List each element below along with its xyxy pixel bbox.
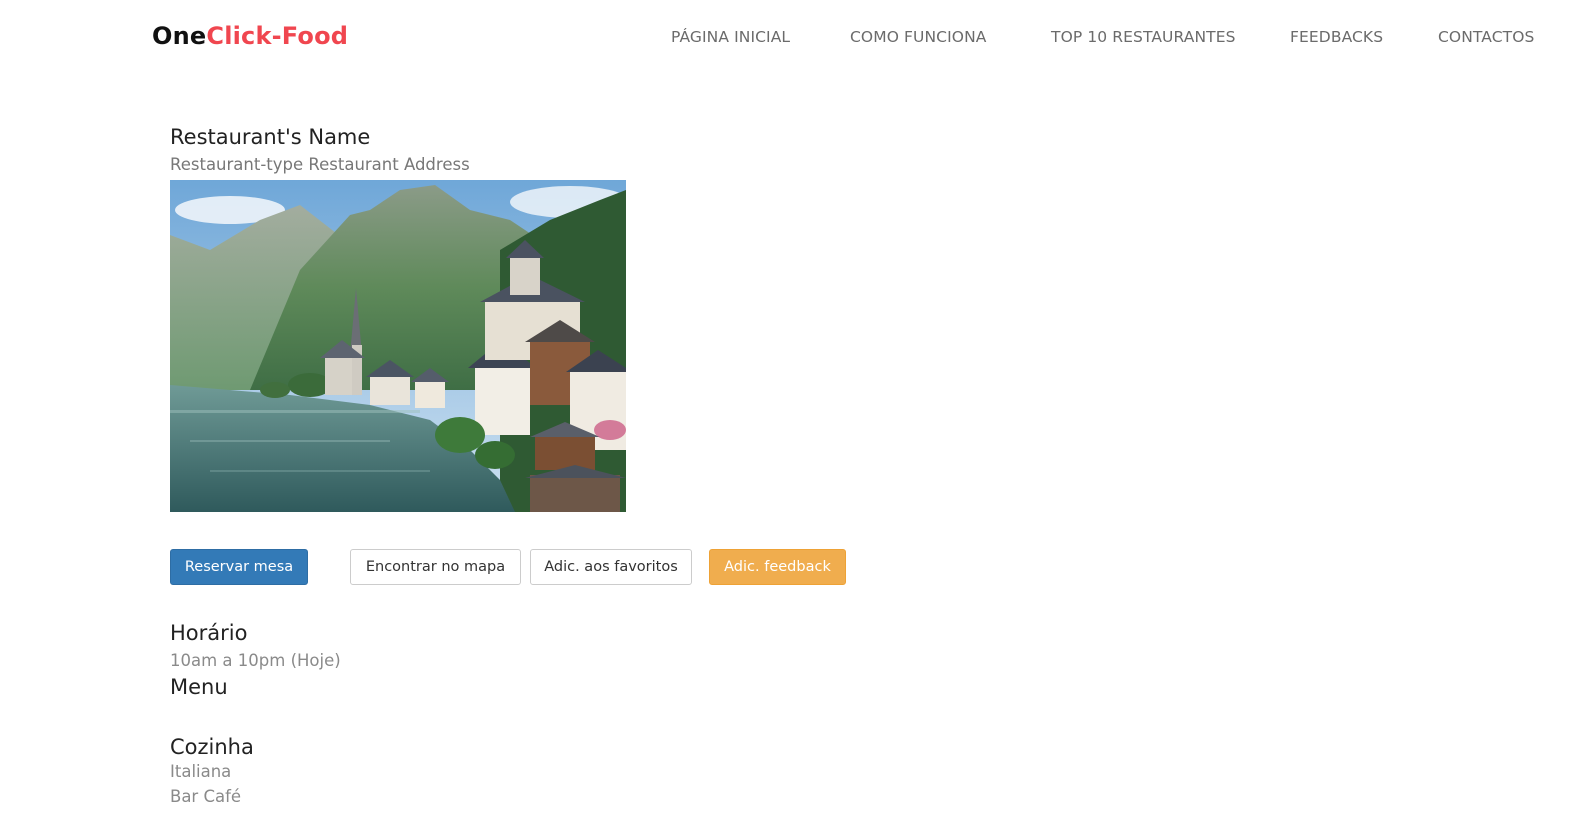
reserve-table-button[interactable]: Reservar mesa — [170, 549, 308, 585]
restaurant-page: OneClick-Food PÁGINA INICIAL COMO FUNCIO… — [0, 0, 1594, 836]
brand-logo-part1: One — [152, 22, 207, 50]
menu-title: Menu — [170, 675, 228, 699]
cuisine-item: Bar Café — [170, 787, 242, 806]
hours-value: 10am a 10pm (Hoje) — [170, 651, 341, 670]
find-on-map-button[interactable]: Encontrar no mapa — [350, 549, 521, 585]
cuisine-item: Italiana — [170, 762, 232, 781]
hours-title: Horário — [170, 621, 248, 645]
add-to-favorites-button[interactable]: Adic. aos favoritos — [530, 549, 692, 585]
nav-item-top10[interactable]: TOP 10 RESTAURANTES — [1051, 28, 1236, 46]
add-feedback-button[interactable]: Adic. feedback — [709, 549, 846, 585]
restaurant-name: Restaurant's Name — [170, 125, 371, 149]
restaurant-type-address: Restaurant-type Restaurant Address — [170, 155, 470, 174]
nav-item-how-it-works[interactable]: COMO FUNCIONA — [850, 28, 986, 46]
nav-item-home[interactable]: PÁGINA INICIAL — [671, 28, 790, 46]
brand-logo[interactable]: OneClick-Food — [152, 22, 348, 50]
cuisine-title: Cozinha — [170, 735, 254, 759]
nav-item-contacts[interactable]: CONTACTOS — [1438, 28, 1534, 46]
restaurant-photo — [170, 180, 626, 512]
brand-logo-part2: Click-Food — [206, 22, 349, 50]
nav-item-feedbacks[interactable]: FEEDBACKS — [1290, 28, 1383, 46]
